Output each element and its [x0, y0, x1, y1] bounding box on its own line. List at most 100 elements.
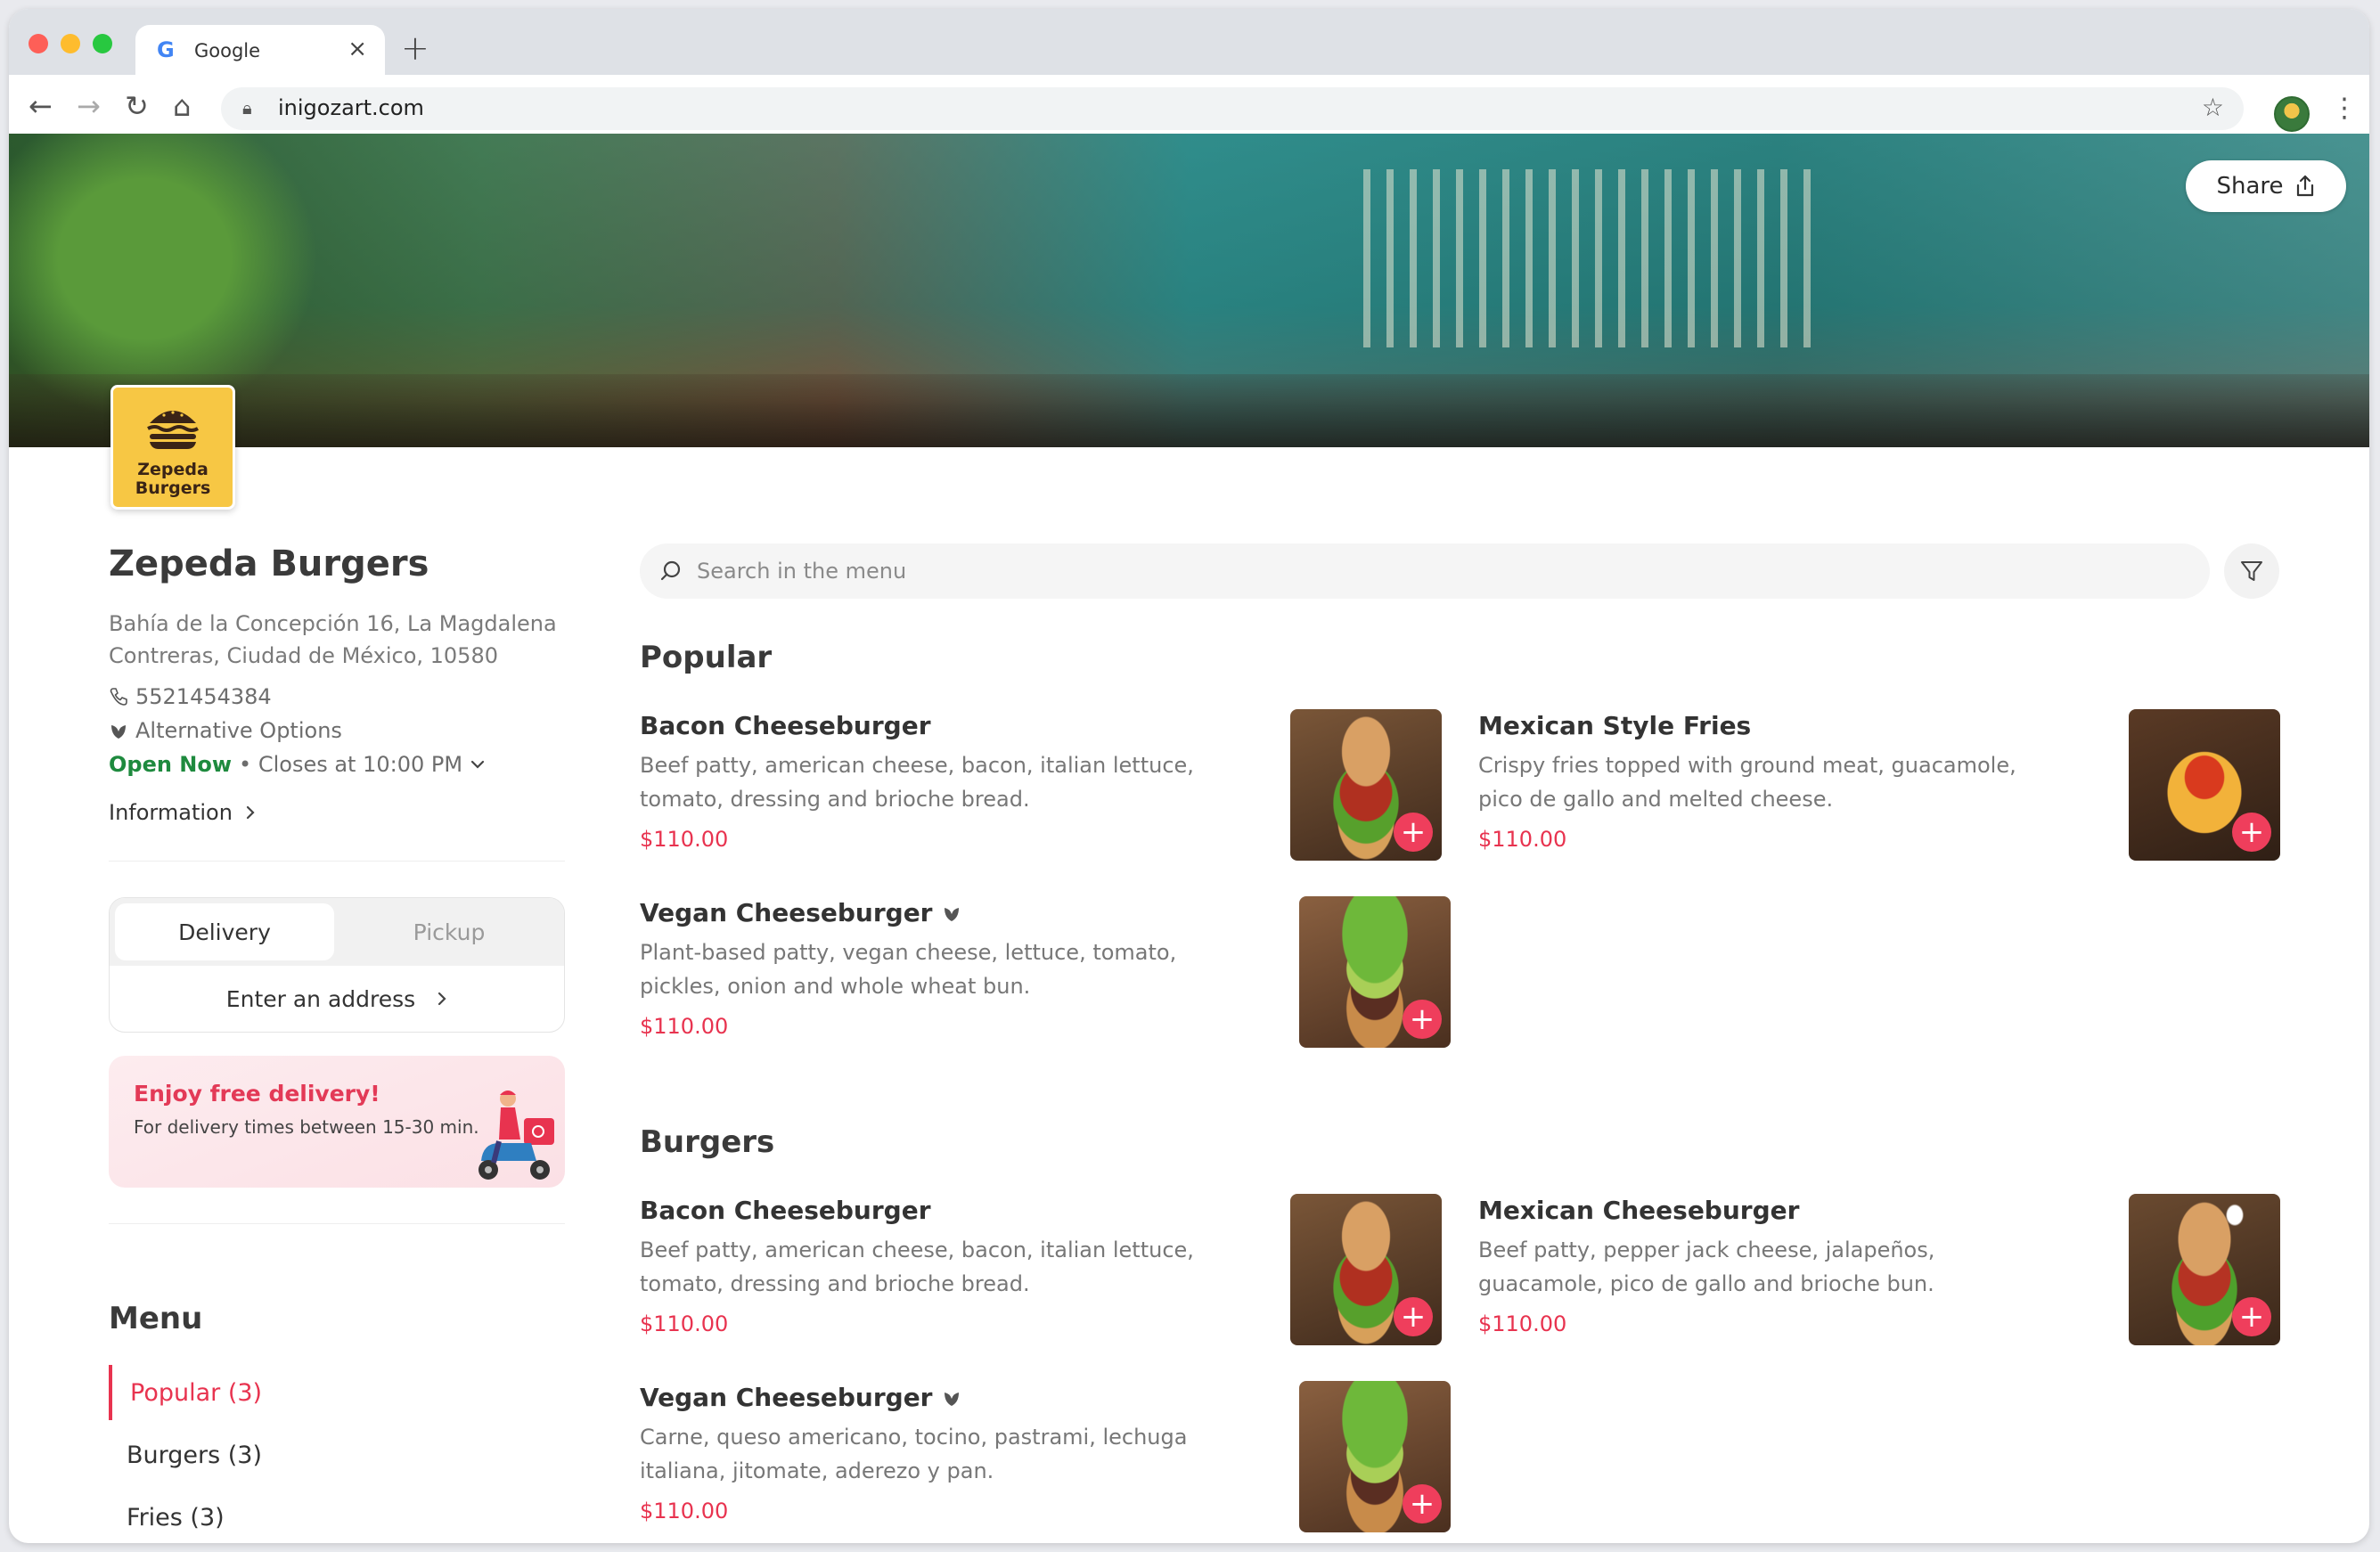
chevron-right-icon: [438, 992, 446, 1006]
add-to-cart-button[interactable]: +: [2232, 1297, 2271, 1336]
restaurant-name: Zepeda Burgers: [109, 543, 429, 584]
lock-icon: 🔒︎: [242, 97, 252, 118]
menu-title: Menu: [109, 1301, 203, 1336]
menu-nav-fries[interactable]: Fries (3): [109, 1490, 565, 1543]
restaurant-logo: Zepeda Burgers: [110, 385, 235, 510]
menu-search[interactable]: [640, 543, 2210, 599]
add-to-cart-button[interactable]: +: [1394, 1297, 1433, 1336]
item-name-text: Vegan Cheeseburger: [640, 898, 933, 927]
phone-number: 5521454384: [135, 684, 272, 709]
item-description: Beef patty, american cheese, bacon, ital…: [640, 1238, 1194, 1296]
options-row: Alternative Options: [109, 718, 565, 743]
promo-title: Enjoy free delivery!: [134, 1081, 380, 1107]
item-name: Vegan Cheeseburger: [640, 1383, 961, 1412]
kebab-icon[interactable]: ⋮: [2331, 93, 2358, 124]
reload-icon[interactable]: ↻: [125, 89, 149, 123]
menu-item[interactable]: Mexican Style Fries Crispy fries topped …: [1478, 709, 2298, 864]
url-text: inigozart.com: [278, 95, 424, 120]
browser-window: G Google × + ← → ↻ ⌂ 🔒︎ inigozart.com ☆ …: [9, 9, 2369, 1543]
item-price: $110.00: [640, 1014, 729, 1039]
add-to-cart-button[interactable]: +: [1394, 813, 1433, 852]
item-name: Mexican Cheeseburger: [1478, 1196, 1799, 1225]
item-description: Crispy fries topped with ground meat, gu…: [1478, 753, 2016, 812]
item-description: Beef patty, pepper jack cheese, jalapeño…: [1478, 1238, 1935, 1296]
menu-item[interactable]: Mexican Cheeseburger Beef patty, pepper …: [1478, 1194, 2298, 1349]
burger-icon: [147, 411, 199, 449]
tab-delivery[interactable]: Delivery: [115, 903, 334, 960]
order-tabs: Delivery Pickup: [110, 898, 564, 966]
address-bar[interactable]: 🔒︎ inigozart.com ☆: [221, 87, 2244, 130]
tab-pickup[interactable]: Pickup: [339, 903, 559, 960]
menu-nav-popular[interactable]: Popular (3): [109, 1365, 565, 1420]
phone-row[interactable]: 5521454384: [109, 684, 565, 709]
information-link[interactable]: Information: [109, 800, 565, 825]
add-to-cart-button[interactable]: +: [1403, 1484, 1442, 1523]
item-name: Bacon Cheeseburger: [640, 711, 931, 740]
home-icon[interactable]: ⌂: [173, 89, 191, 123]
menu-category-nav: Popular (3) Burgers (3) Fries (3): [109, 1365, 565, 1543]
profile-avatar[interactable]: [2274, 96, 2310, 132]
item-photo[interactable]: +: [1299, 1381, 1451, 1532]
star-icon[interactable]: ☆: [2202, 93, 2224, 122]
add-to-cart-button[interactable]: +: [2232, 813, 2271, 852]
banner-diners: [9, 374, 2369, 447]
item-name: Bacon Cheeseburger: [640, 1196, 931, 1225]
leaf-icon: [944, 907, 959, 921]
logo-text: Zepeda Burgers: [113, 461, 233, 498]
google-icon: G: [157, 37, 175, 62]
menu-item[interactable]: Bacon Cheeseburger Beef patty, american …: [640, 709, 1460, 864]
add-to-cart-button[interactable]: +: [1403, 1000, 1442, 1039]
menu-item[interactable]: Bacon Cheeseburger Beef patty, american …: [640, 1194, 1460, 1349]
open-status: Open Now: [109, 752, 233, 777]
item-name-text: Mexican Style Fries: [1478, 711, 1752, 740]
enter-address-button[interactable]: Enter an address: [110, 966, 564, 1032]
maximize-window-button[interactable]: [93, 34, 112, 53]
section-title-popular: Popular: [640, 640, 773, 675]
phone-icon: [110, 688, 127, 706]
browser-toolbar: ← → ↻ ⌂ 🔒︎ inigozart.com ☆ ⋮: [9, 75, 2369, 143]
item-description: Plant-based patty, vegan cheese, lettuce…: [640, 940, 1177, 999]
minimize-window-button[interactable]: [61, 34, 80, 53]
item-photo[interactable]: +: [2129, 1194, 2280, 1345]
tab-bar: G Google × +: [9, 9, 2369, 77]
logo-line-2: Burgers: [135, 478, 211, 498]
share-icon: [2296, 175, 2313, 197]
new-tab-button[interactable]: +: [401, 29, 429, 68]
browser-tab[interactable]: G Google ×: [135, 25, 385, 77]
close-window-button[interactable]: [29, 34, 48, 53]
item-photo[interactable]: +: [1290, 709, 1442, 861]
menu-nav-burgers[interactable]: Burgers (3): [109, 1427, 565, 1483]
order-mode-box: Delivery Pickup Enter an address: [109, 897, 565, 1033]
menu-item[interactable]: Vegan Cheeseburger Carne, queso american…: [640, 1381, 1460, 1536]
item-photo[interactable]: +: [1299, 896, 1451, 1048]
restaurant-address: Bahía de la Concepción 16, La Magdalena …: [109, 611, 557, 668]
share-label: Share: [2216, 173, 2284, 200]
closing-time: • Closes at 10:00 PM: [239, 752, 463, 777]
item-price: $110.00: [640, 1311, 729, 1336]
item-price: $110.00: [1478, 1311, 1567, 1336]
forward-icon[interactable]: →: [77, 89, 101, 123]
search-input[interactable]: [697, 559, 2176, 584]
item-photo[interactable]: +: [2129, 709, 2280, 861]
tab-title: Google: [194, 40, 261, 61]
item-name: Vegan Cheeseburger: [640, 898, 961, 927]
promo-text: For delivery times between 15-30 min.: [134, 1116, 479, 1138]
leaf-icon: [944, 1392, 959, 1406]
item-price: $110.00: [640, 827, 729, 852]
banner-bottles: [1363, 169, 1827, 347]
menu-item[interactable]: Vegan Cheeseburger Plant-based patty, ve…: [640, 896, 1460, 1051]
leaf-icon: [111, 725, 126, 739]
back-icon[interactable]: ←: [29, 89, 53, 123]
information-label: Information: [109, 800, 233, 825]
divider: [109, 1223, 565, 1224]
item-description: Carne, queso americano, tocino, pastrami…: [640, 1425, 1188, 1483]
menu-main: Popular Bacon Cheeseburger Beef patty, a…: [640, 543, 2280, 1532]
close-icon[interactable]: ×: [348, 36, 367, 62]
chevron-right-icon: [246, 805, 255, 820]
search-row: [640, 543, 2279, 599]
item-photo[interactable]: +: [1290, 1194, 1442, 1345]
hours-row[interactable]: Open Now • Closes at 10:00 PM: [109, 752, 565, 777]
filter-button[interactable]: [2224, 543, 2279, 599]
free-delivery-promo: Enjoy free delivery! For delivery times …: [109, 1056, 565, 1188]
share-button[interactable]: Share: [2186, 160, 2346, 212]
